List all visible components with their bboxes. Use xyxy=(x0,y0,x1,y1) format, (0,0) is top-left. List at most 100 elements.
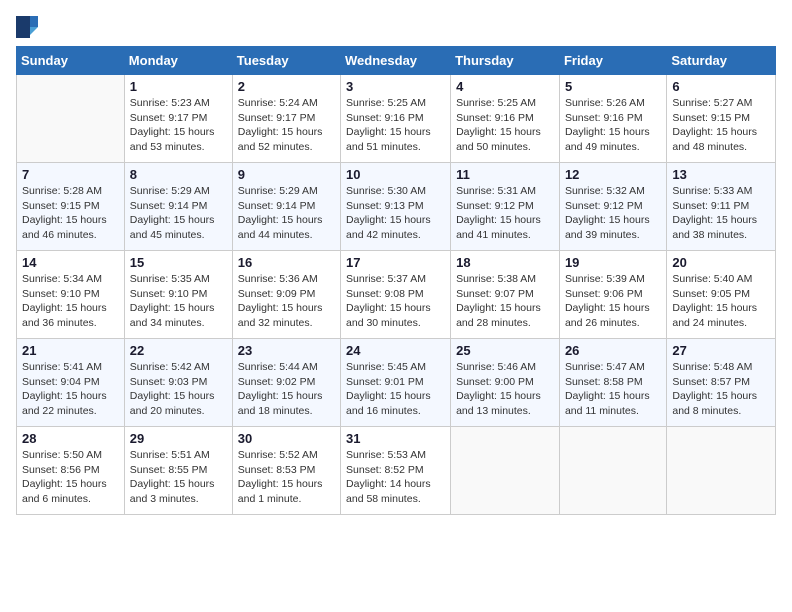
calendar-cell: 8Sunrise: 5:29 AMSunset: 9:14 PMDaylight… xyxy=(124,163,232,251)
day-number: 20 xyxy=(672,255,770,270)
calendar-cell: 5 Sunrise: 5:26 AMSunset: 9:16 PMDaylight… xyxy=(559,75,666,163)
day-number: 10 xyxy=(346,167,445,182)
calendar-header-row: SundayMondayTuesdayWednesdayThursdayFrid… xyxy=(17,47,776,75)
calendar-cell: 28 Sunrise: 5:50 AMSunset: 8:56 PMDayligh… xyxy=(17,427,125,515)
cell-info: Sunrise: 5:39 AMSunset: 9:06 PMDaylight:… xyxy=(565,272,661,331)
header-sunday: Sunday xyxy=(17,47,125,75)
day-number: 28 xyxy=(22,431,119,446)
day-number: 8 xyxy=(130,167,227,182)
calendar-week-1: 1 Sunrise: 5:23 AMSunset: 9:17 PMDaylight… xyxy=(17,75,776,163)
calendar-cell: 29 Sunrise: 5:51 AMSunset: 8:55 PMDayligh… xyxy=(124,427,232,515)
calendar-cell: 23 Sunrise: 5:44 AMSunset: 9:02 PMDayligh… xyxy=(232,339,340,427)
cell-info: Sunrise: 5:37 AMSunset: 9:08 PMDaylight:… xyxy=(346,272,445,331)
calendar-cell: 7Sunrise: 5:28 AMSunset: 9:15 PMDaylight… xyxy=(17,163,125,251)
day-number: 22 xyxy=(130,343,227,358)
header xyxy=(16,16,776,38)
calendar-cell: 21 Sunrise: 5:41 AMSunset: 9:04 PMDayligh… xyxy=(17,339,125,427)
calendar-cell: 1 Sunrise: 5:23 AMSunset: 9:17 PMDaylight… xyxy=(124,75,232,163)
cell-info: Sunrise: 5:51 AMSunset: 8:55 PMDaylight:… xyxy=(130,448,227,507)
logo xyxy=(16,16,41,38)
cell-info: Sunrise: 5:46 AMSunset: 9:00 PMDaylight:… xyxy=(456,360,554,419)
cell-info: Sunrise: 5:30 AMSunset: 9:13 PMDaylight:… xyxy=(346,184,445,243)
calendar-cell xyxy=(451,427,560,515)
calendar-cell: 19 Sunrise: 5:39 AMSunset: 9:06 PMDayligh… xyxy=(559,251,666,339)
cell-info: Sunrise: 5:23 AMSunset: 9:17 PMDaylight:… xyxy=(130,96,227,155)
day-number: 31 xyxy=(346,431,445,446)
calendar-cell: 4 Sunrise: 5:25 AMSunset: 9:16 PMDaylight… xyxy=(451,75,560,163)
header-tuesday: Tuesday xyxy=(232,47,340,75)
calendar-cell: 2Sunrise: 5:24 AMSunset: 9:17 PMDaylight… xyxy=(232,75,340,163)
calendar-cell: 15 Sunrise: 5:35 AMSunset: 9:10 PMDayligh… xyxy=(124,251,232,339)
header-saturday: Saturday xyxy=(667,47,776,75)
calendar-cell: 18 Sunrise: 5:38 AMSunset: 9:07 PMDayligh… xyxy=(451,251,560,339)
cell-info: Sunrise: 5:27 AMSunset: 9:15 PMDaylight:… xyxy=(672,96,770,155)
cell-info: Sunrise: 5:25 AMSunset: 9:16 PMDaylight:… xyxy=(346,96,445,155)
cell-info: Sunrise: 5:52 AMSunset: 8:53 PMDaylight:… xyxy=(238,448,335,507)
day-number: 7 xyxy=(22,167,119,182)
day-number: 24 xyxy=(346,343,445,358)
logo-icon xyxy=(16,16,38,38)
day-number: 15 xyxy=(130,255,227,270)
day-number: 17 xyxy=(346,255,445,270)
day-number: 5 xyxy=(565,79,661,94)
cell-info: Sunrise: 5:36 AMSunset: 9:09 PMDaylight:… xyxy=(238,272,335,331)
cell-info: Sunrise: 5:38 AMSunset: 9:07 PMDaylight:… xyxy=(456,272,554,331)
day-number: 4 xyxy=(456,79,554,94)
day-number: 30 xyxy=(238,431,335,446)
day-number: 11 xyxy=(456,167,554,182)
day-number: 1 xyxy=(130,79,227,94)
cell-info: Sunrise: 5:25 AMSunset: 9:16 PMDaylight:… xyxy=(456,96,554,155)
cell-info: Sunrise: 5:47 AMSunset: 8:58 PMDaylight:… xyxy=(565,360,661,419)
calendar-cell: 30 Sunrise: 5:52 AMSunset: 8:53 PMDayligh… xyxy=(232,427,340,515)
day-number: 27 xyxy=(672,343,770,358)
cell-info: Sunrise: 5:31 AMSunset: 9:12 PMDaylight:… xyxy=(456,184,554,243)
calendar-cell: 14 Sunrise: 5:34 AMSunset: 9:10 PMDayligh… xyxy=(17,251,125,339)
cell-info: Sunrise: 5:26 AMSunset: 9:16 PMDaylight:… xyxy=(565,96,661,155)
cell-info: Sunrise: 5:34 AMSunset: 9:10 PMDaylight:… xyxy=(22,272,119,331)
calendar-cell: 26 Sunrise: 5:47 AMSunset: 8:58 PMDayligh… xyxy=(559,339,666,427)
calendar-cell: 22 Sunrise: 5:42 AMSunset: 9:03 PMDayligh… xyxy=(124,339,232,427)
cell-info: Sunrise: 5:44 AMSunset: 9:02 PMDaylight:… xyxy=(238,360,335,419)
day-number: 9 xyxy=(238,167,335,182)
cell-info: Sunrise: 5:53 AMSunset: 8:52 PMDaylight:… xyxy=(346,448,445,507)
calendar-cell: 25Sunrise: 5:46 AMSunset: 9:00 PMDayligh… xyxy=(451,339,560,427)
day-number: 29 xyxy=(130,431,227,446)
header-friday: Friday xyxy=(559,47,666,75)
calendar-cell: 13 Sunrise: 5:33 AMSunset: 9:11 PMDayligh… xyxy=(667,163,776,251)
day-number: 16 xyxy=(238,255,335,270)
day-number: 12 xyxy=(565,167,661,182)
calendar-cell: 31 Sunrise: 5:53 AMSunset: 8:52 PMDayligh… xyxy=(341,427,451,515)
cell-info: Sunrise: 5:50 AMSunset: 8:56 PMDaylight:… xyxy=(22,448,119,507)
day-number: 18 xyxy=(456,255,554,270)
calendar-cell: 12 Sunrise: 5:32 AMSunset: 9:12 PMDayligh… xyxy=(559,163,666,251)
cell-info: Sunrise: 5:42 AMSunset: 9:03 PMDaylight:… xyxy=(130,360,227,419)
calendar-cell: 11 Sunrise: 5:31 AMSunset: 9:12 PMDayligh… xyxy=(451,163,560,251)
day-number: 6 xyxy=(672,79,770,94)
calendar-cell xyxy=(17,75,125,163)
cell-info: Sunrise: 5:33 AMSunset: 9:11 PMDaylight:… xyxy=(672,184,770,243)
calendar-week-2: 7Sunrise: 5:28 AMSunset: 9:15 PMDaylight… xyxy=(17,163,776,251)
calendar-cell xyxy=(559,427,666,515)
cell-info: Sunrise: 5:32 AMSunset: 9:12 PMDaylight:… xyxy=(565,184,661,243)
header-monday: Monday xyxy=(124,47,232,75)
cell-info: Sunrise: 5:41 AMSunset: 9:04 PMDaylight:… xyxy=(22,360,119,419)
header-wednesday: Wednesday xyxy=(341,47,451,75)
cell-info: Sunrise: 5:48 AMSunset: 8:57 PMDaylight:… xyxy=(672,360,770,419)
day-number: 21 xyxy=(22,343,119,358)
calendar-week-4: 21 Sunrise: 5:41 AMSunset: 9:04 PMDayligh… xyxy=(17,339,776,427)
day-number: 23 xyxy=(238,343,335,358)
calendar-cell: 10 Sunrise: 5:30 AMSunset: 9:13 PMDayligh… xyxy=(341,163,451,251)
calendar-table: SundayMondayTuesdayWednesdayThursdayFrid… xyxy=(16,46,776,515)
day-number: 19 xyxy=(565,255,661,270)
day-number: 14 xyxy=(22,255,119,270)
cell-info: Sunrise: 5:35 AMSunset: 9:10 PMDaylight:… xyxy=(130,272,227,331)
calendar-cell xyxy=(667,427,776,515)
day-number: 13 xyxy=(672,167,770,182)
calendar-cell: 24 Sunrise: 5:45 AMSunset: 9:01 PMDayligh… xyxy=(341,339,451,427)
cell-info: Sunrise: 5:40 AMSunset: 9:05 PMDaylight:… xyxy=(672,272,770,331)
header-thursday: Thursday xyxy=(451,47,560,75)
cell-info: Sunrise: 5:45 AMSunset: 9:01 PMDaylight:… xyxy=(346,360,445,419)
day-number: 26 xyxy=(565,343,661,358)
calendar-cell: 9 Sunrise: 5:29 AMSunset: 9:14 PMDaylight… xyxy=(232,163,340,251)
cell-info: Sunrise: 5:29 AMSunset: 9:14 PMDaylight:… xyxy=(238,184,335,243)
